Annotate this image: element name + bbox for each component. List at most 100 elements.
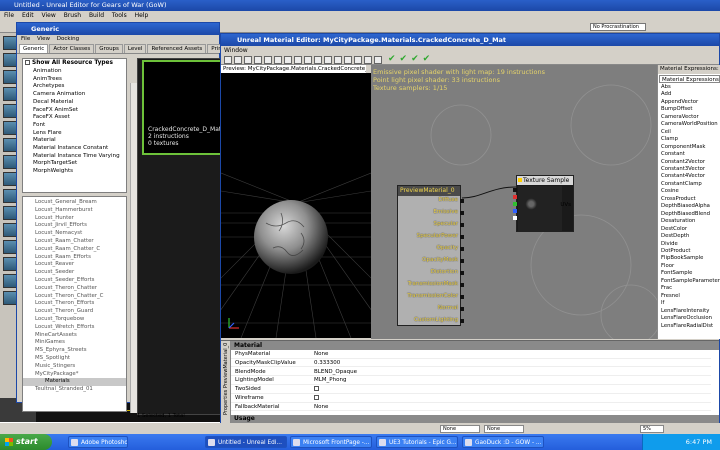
property-value[interactable]: BLEND_Opaque <box>314 369 357 377</box>
property-row[interactable]: PhysMaterial None <box>231 351 711 359</box>
material-editor-menu-window[interactable]: Window <box>221 46 719 55</box>
mode-tool-icon[interactable] <box>3 138 17 152</box>
expression-item[interactable]: Add <box>658 91 720 98</box>
property-row[interactable]: FallbackMaterial None <box>231 404 711 412</box>
task-unreal-editor[interactable]: Untitled - Unreal Edi... <box>205 436 287 448</box>
package-tree-item[interactable]: Locust_Raam_Chatter <box>23 238 126 246</box>
apply-check-icon[interactable]: ✔ <box>388 55 396 64</box>
package-tree-item[interactable]: Locust_Hunter <box>23 215 126 223</box>
resource-type-item[interactable]: MorphWeights <box>23 168 126 176</box>
package-tree-item[interactable]: Locust_Theron_Chatter <box>23 285 126 293</box>
tab-groups[interactable]: Groups <box>95 44 123 53</box>
resource-type-item[interactable]: Lens Flare <box>23 130 126 138</box>
pin-specular-power[interactable]: SpecularPower <box>417 233 465 239</box>
mode-tool-icon[interactable] <box>3 257 17 271</box>
pin-emissive[interactable]: Emissive <box>433 209 464 215</box>
expression-item[interactable]: Constant4Vector <box>658 173 720 180</box>
output-b-port[interactable] <box>513 209 517 213</box>
expression-item[interactable]: Cosine <box>658 188 720 195</box>
properties-side-tab[interactable]: Properties PreviewMaterial_0 <box>221 341 231 423</box>
menu-help[interactable]: Help <box>135 12 149 19</box>
expression-item[interactable]: DestColor <box>658 226 720 233</box>
expression-item[interactable]: Floor <box>658 263 720 270</box>
property-value[interactable]: MLM_Phong <box>314 377 346 385</box>
mode-tool-icon[interactable] <box>3 223 17 237</box>
resource-type-item[interactable]: AnimTrees <box>23 76 126 84</box>
pin-transmission-mask[interactable]: TransmissionMask <box>407 281 464 287</box>
package-tree-item[interactable]: Teultnal_Stranded_01 <box>23 386 126 394</box>
package-tree-item[interactable]: MS_Spotlight <box>23 355 126 363</box>
expression-item[interactable]: DotProduct <box>658 248 720 255</box>
expression-item[interactable]: AppendVector <box>658 99 720 106</box>
tab-level[interactable]: Level <box>123 44 147 53</box>
tab-generic[interactable]: Generic <box>19 44 49 53</box>
texture-sample-node[interactable]: Texture Sample UVs <box>513 175 574 232</box>
generic-menu-view[interactable]: View <box>37 36 50 42</box>
package-tree-item[interactable]: Locust_Raam_Chatter_C <box>23 246 126 254</box>
package-tree-item[interactable]: Locust_Torquebow <box>23 316 126 324</box>
expression-item[interactable]: FontSampleParameter <box>658 278 720 285</box>
package-tree-item[interactable]: Music_Stingers <box>23 363 126 371</box>
pin-transmission-color[interactable]: TransmissionColor <box>407 293 464 299</box>
package-tree-item[interactable]: Locust_Theron_Guard <box>23 308 126 316</box>
mode-tool-icon[interactable] <box>3 121 17 135</box>
property-value[interactable] <box>314 386 319 394</box>
mode-tool-icon[interactable] <box>3 104 17 118</box>
expression-item[interactable]: Fresnel <box>658 293 720 300</box>
resource-type-item[interactable]: Camera Animation <box>23 91 126 99</box>
expression-item[interactable]: CameraVector <box>658 114 720 121</box>
expression-item[interactable]: ComponentMask <box>658 144 720 151</box>
menu-edit[interactable]: Edit <box>22 12 34 19</box>
expression-item[interactable]: If <box>658 300 720 307</box>
resource-type-item[interactable]: MorphTargetSet <box>23 160 126 168</box>
expression-item[interactable]: BumpOffset <box>658 106 720 113</box>
expression-item[interactable]: LensFlareOcclusion <box>658 315 720 322</box>
toolbar-button[interactable] <box>344 55 352 64</box>
package-tree-item[interactable]: Materials <box>23 378 126 387</box>
material-preview-viewport[interactable] <box>221 73 371 338</box>
preview-material-node[interactable]: PreviewMaterial_0 Diffuse Emissive Specu… <box>397 185 465 326</box>
expression-item[interactable]: Constant3Vector <box>658 166 720 173</box>
expression-item[interactable]: Abs <box>658 84 720 91</box>
expression-item[interactable]: LensFlareIntensity <box>658 308 720 315</box>
output-g-port[interactable] <box>513 202 517 206</box>
mode-tool-icon[interactable] <box>3 291 17 305</box>
toolbar-button[interactable] <box>274 55 282 64</box>
package-tree-item[interactable]: Locust_Raam_Efforts <box>23 254 126 262</box>
package-tree-item[interactable]: Locust_Theron_Efforts <box>23 300 126 308</box>
resource-type-item[interactable]: FaceFX AnimSet <box>23 107 126 115</box>
package-tree-item[interactable]: MiniGames <box>23 339 126 347</box>
property-row[interactable]: TwoSided <box>231 386 711 394</box>
resource-type-item[interactable]: Archetypes <box>23 83 126 91</box>
property-checkbox[interactable] <box>314 386 319 392</box>
start-button[interactable]: start <box>0 434 52 450</box>
mode-tool-icon[interactable] <box>3 36 17 50</box>
output-a-port[interactable] <box>513 216 517 220</box>
package-tree-item[interactable]: Locust_Seeder_Efforts <box>23 277 126 285</box>
package-tree-item[interactable]: Locust_Nemacyst <box>23 230 126 238</box>
generic-menu-file[interactable]: File <box>21 36 30 42</box>
resource-type-item[interactable]: Decal Material <box>23 99 126 107</box>
toolbar-button[interactable] <box>264 55 272 64</box>
toolbar-button[interactable] <box>284 55 292 64</box>
property-row[interactable]: LightingModel MLM_Phong <box>231 377 711 385</box>
menu-build[interactable]: Build <box>89 12 104 19</box>
mode-tool-icon[interactable] <box>3 87 17 101</box>
mode-tool-icon[interactable] <box>3 240 17 254</box>
toolbar-button[interactable] <box>224 55 232 64</box>
output-rgb-port[interactable] <box>513 188 517 192</box>
expression-item[interactable]: Constant2Vector <box>658 159 720 166</box>
mode-tool-icon[interactable] <box>3 53 17 67</box>
task-ue3-tutorials[interactable]: UE3 Tutorials - Epic G... <box>376 436 458 448</box>
expression-item[interactable]: CrossProduct <box>658 196 720 203</box>
pin-specular[interactable]: Specular <box>434 221 465 227</box>
package-tree-item[interactable]: Locust_Reaver <box>23 261 126 269</box>
material-editor-title-bar[interactable]: Unreal Material Editor: MyCityPackage.Ma… <box>221 34 719 46</box>
expression-item[interactable]: FontSample <box>658 270 720 277</box>
menu-brush[interactable]: Brush <box>64 12 81 19</box>
expression-item[interactable]: CameraWorldPosition <box>658 121 720 128</box>
apply-check-icon[interactable]: ✔ <box>411 55 419 64</box>
output-r-port[interactable] <box>513 195 517 199</box>
toolbar-button[interactable] <box>254 55 262 64</box>
pin-distortion[interactable]: Distortion <box>431 269 465 275</box>
